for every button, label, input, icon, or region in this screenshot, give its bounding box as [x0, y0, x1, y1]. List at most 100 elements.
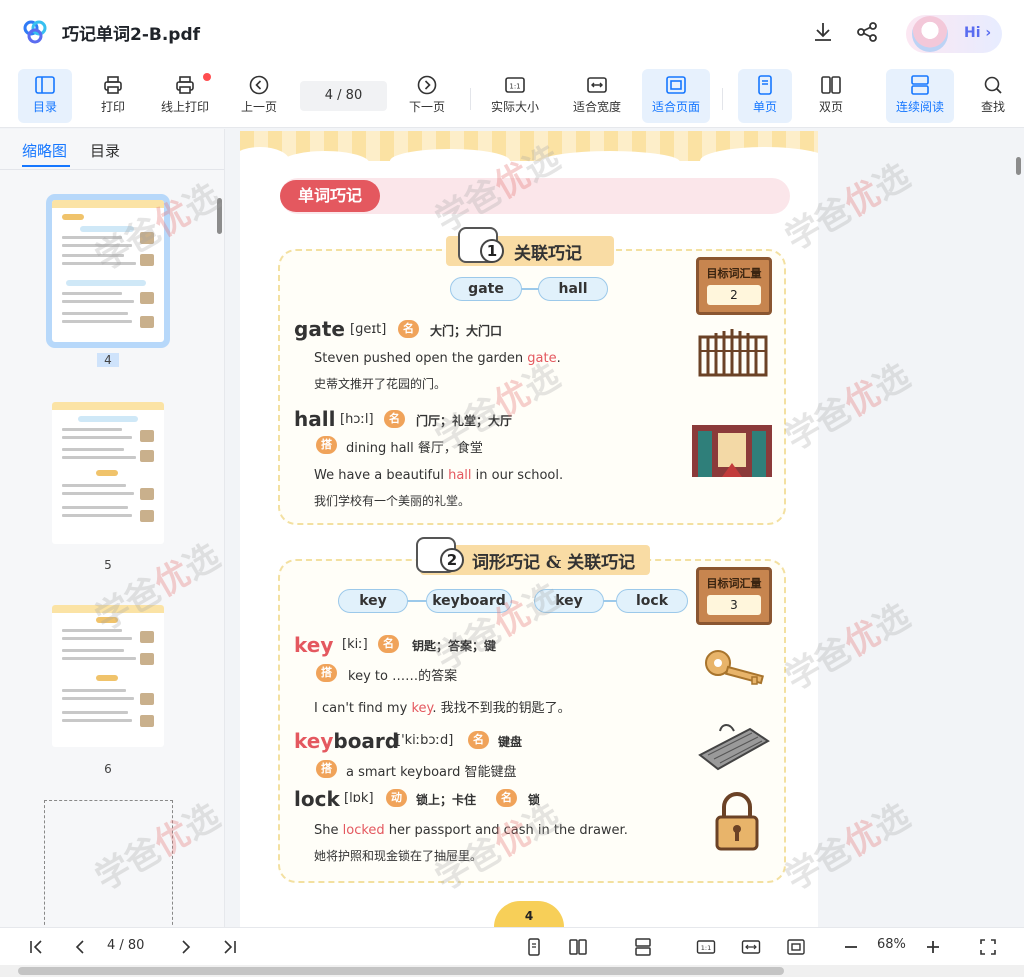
share-icon[interactable] — [855, 20, 879, 44]
bottom-page-indicator[interactable]: 4 / 80 — [107, 938, 144, 953]
svg-text:1:1: 1:1 — [701, 944, 711, 952]
fit-width-label: 适合宽度 — [572, 100, 621, 114]
page-number-input[interactable]: 4 / 80 — [300, 81, 387, 111]
thumb-text-line — [62, 456, 136, 459]
thumb-chip — [80, 226, 134, 232]
fit-page-icon[interactable] — [786, 937, 806, 957]
fit-width-icon[interactable] — [741, 937, 761, 957]
sign-count: 2 — [707, 285, 761, 305]
single-page-icon[interactable] — [524, 937, 544, 957]
actual-size-icon[interactable]: 1:1 — [696, 937, 716, 957]
decor-cloud — [540, 151, 680, 173]
thumb-header-band — [52, 605, 164, 613]
double-page-icon[interactable] — [568, 937, 588, 957]
thumb-picture — [140, 631, 154, 643]
first-page-icon[interactable] — [26, 937, 46, 957]
part-of-speech-badge: 动 — [386, 789, 407, 807]
toc-label: 目录 — [32, 100, 57, 114]
next-page-label: 下一页 — [408, 100, 445, 114]
online-print-label: 线上打印 — [160, 100, 209, 114]
double-page-button[interactable]: 双页 — [804, 69, 858, 123]
thumb-picture — [140, 292, 154, 304]
page-thumbnail-5[interactable] — [52, 402, 164, 544]
part-of-speech-badge: 名 — [378, 635, 399, 653]
svg-text:1:1: 1:1 — [509, 83, 520, 91]
example-zh: 我们学校有一个美丽的礼堂。 — [314, 494, 471, 508]
tab-thumbnails[interactable]: 缩略图 — [22, 140, 67, 161]
print-button[interactable]: 打印 — [86, 69, 140, 123]
definition: 锁 — [528, 793, 541, 807]
last-page-icon[interactable] — [220, 937, 240, 957]
prev-page-icon[interactable] — [70, 937, 90, 957]
example-zh: 史蒂文推开了花园的门。 — [314, 377, 447, 391]
thumb-text-line — [62, 244, 132, 247]
toolbar-divider — [722, 88, 723, 110]
sidebar-scrollbar[interactable] — [217, 198, 222, 234]
thumb-picture — [140, 693, 154, 705]
page-thumbnail-4[interactable] — [46, 194, 170, 348]
zoom-in-icon[interactable] — [923, 937, 943, 957]
thumb-picture — [140, 254, 154, 266]
single-page-button[interactable]: 单页 — [738, 69, 792, 123]
thumbnail-page-number: 6 — [104, 762, 112, 776]
definition: 锁上；卡住 — [416, 793, 477, 807]
keyboard-illustration — [698, 724, 770, 771]
fit-width-button[interactable]: 适合宽度 — [564, 69, 630, 123]
next-page-button[interactable]: 下一页 — [400, 69, 454, 123]
chevron-right-circle-icon — [417, 75, 437, 95]
word-chip: lock — [616, 589, 688, 613]
collocation-badge: 搭 — [316, 436, 337, 454]
definition: 键盘 — [498, 735, 523, 749]
collocation: a smart keyboard 智能键盘 — [346, 765, 517, 780]
zoom-level[interactable]: 68% — [877, 937, 906, 952]
find-label: 查找 — [980, 100, 1005, 114]
thumb-picture — [140, 510, 154, 522]
vocab-word: lock — [294, 787, 340, 811]
sign-count: 3 — [707, 595, 761, 615]
actual-size-button[interactable]: 1:1 实际大小 — [482, 69, 548, 123]
actual-size-label: 实际大小 — [490, 100, 539, 114]
assistant-hi-button[interactable]: Hi › — [906, 15, 1002, 53]
word-chip: keyboard — [426, 589, 512, 613]
main-scrollbar[interactable] — [1016, 157, 1021, 175]
thumb-text-line — [62, 697, 134, 700]
example-en: We have a beautiful hall in our school. — [314, 468, 564, 483]
find-button[interactable]: 查找 — [968, 69, 1018, 123]
phonetic: [hɔːl] — [340, 412, 374, 427]
fit-page-button[interactable]: 适合页面 — [642, 69, 710, 123]
prev-page-label: 上一页 — [240, 100, 277, 114]
example-zh: 她将护照和现金锁在了抽屉里。 — [314, 849, 483, 863]
page-thumbnail-loading[interactable] — [44, 800, 173, 930]
continuous-read-icon[interactable] — [633, 937, 653, 957]
page-thumbnail-6[interactable] — [52, 605, 164, 747]
toc-button[interactable]: 目录 — [18, 69, 72, 123]
download-icon[interactable] — [811, 20, 835, 44]
lock-illustration — [715, 792, 759, 851]
vocab-word: keyboard — [294, 729, 400, 753]
thumb-section-badge — [96, 470, 118, 476]
continuous-read-button[interactable]: 连续阅读 — [886, 69, 954, 123]
continuous-read-label: 连续阅读 — [895, 100, 944, 114]
print-label: 打印 — [100, 100, 125, 114]
printer-icon — [104, 76, 122, 94]
toolbar-divider — [470, 88, 471, 110]
sign-title: 目标词汇量 — [706, 267, 762, 280]
next-page-icon[interactable] — [176, 937, 196, 957]
tab-toc[interactable]: 目录 — [90, 140, 120, 161]
thumbnail-page-number: 4 — [97, 353, 119, 367]
fullscreen-icon[interactable] — [978, 937, 998, 957]
horizontal-scroll-thumb[interactable] — [18, 967, 784, 975]
horizontal-scrollbar[interactable] — [0, 965, 1024, 977]
word-chip: key — [338, 589, 408, 613]
divider — [0, 169, 224, 170]
definition: 门厅；礼堂；大厅 — [416, 414, 513, 428]
vocab-word: hall — [294, 407, 336, 431]
online-printer-icon — [176, 76, 194, 94]
zoom-out-icon[interactable] — [841, 937, 861, 957]
part-of-speech-badge: 名 — [384, 410, 405, 428]
thumb-text-line — [62, 629, 122, 632]
prev-page-button[interactable]: 上一页 — [232, 69, 286, 123]
part-of-speech-badge: 名 — [496, 789, 517, 807]
thumb-section-badge — [96, 617, 118, 623]
word-chip: key — [534, 589, 604, 613]
